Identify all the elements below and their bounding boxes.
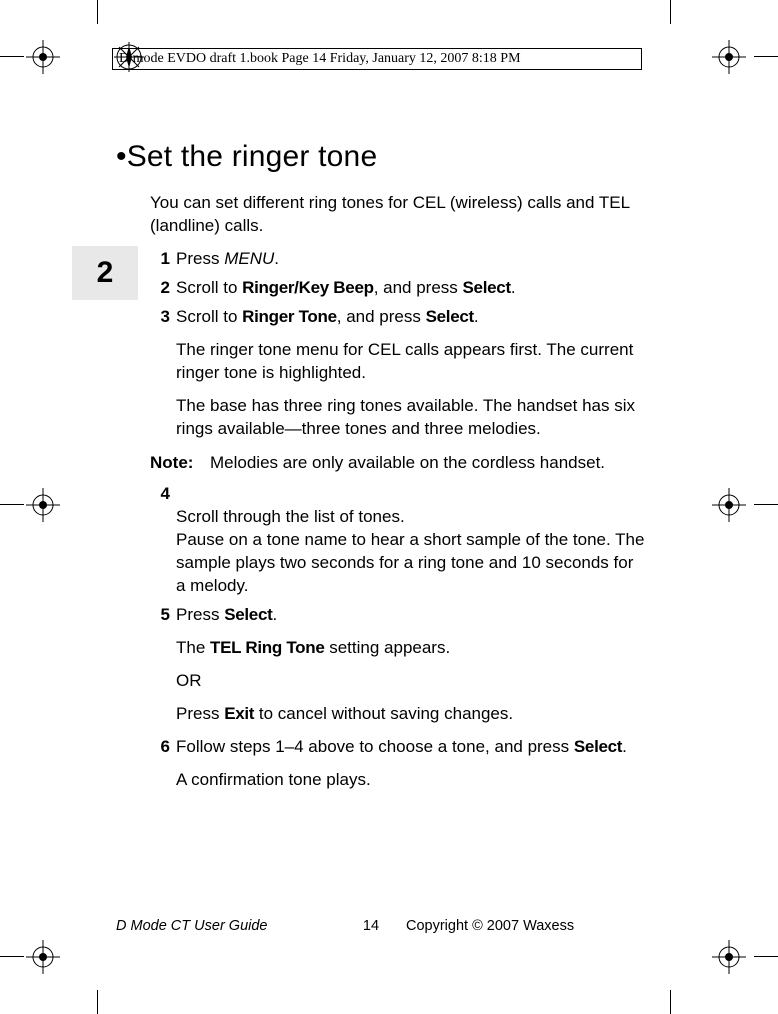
- registration-mark-icon: [712, 940, 746, 974]
- crop-line: [97, 0, 98, 24]
- step-body: Scroll to Ringer Tone, and press Select.…: [176, 306, 646, 445]
- crop-line: [754, 504, 778, 505]
- step-item: 4 Scroll through the list of tones. Paus…: [150, 483, 646, 598]
- softkey-label: Exit: [224, 704, 254, 723]
- step-text: .: [622, 737, 627, 756]
- crop-line: [0, 504, 24, 505]
- crop-line: [754, 56, 778, 57]
- step-item: 1 Press MENU.: [150, 248, 646, 271]
- crop-line: [0, 956, 24, 957]
- step-number: 5: [150, 604, 176, 730]
- step-sub-paragraph: Press Exit to cancel without saving chan…: [176, 703, 646, 726]
- step-text: Scroll to: [176, 307, 242, 326]
- step-text: Follow steps 1–4 above to choose a tone,…: [176, 737, 574, 756]
- step-text: setting appears.: [325, 638, 451, 657]
- menu-item-label: Ringer Tone: [242, 307, 337, 326]
- softkey-label: Select: [224, 605, 272, 624]
- step-text: Press: [176, 249, 224, 268]
- step-number: 2: [150, 277, 176, 300]
- step-sub-paragraph: The base has three ring tones available.…: [176, 395, 646, 441]
- step-item: 2 Scroll to Ringer/Key Beep, and press S…: [150, 277, 646, 300]
- step-item: 5 Press Select. The TEL Ring Tone settin…: [150, 604, 646, 730]
- running-head: D mode EVDO draft 1.book Page 14 Friday,…: [112, 48, 642, 70]
- step-list: 1 Press MENU. 2 Scroll to Ringer/Key Bee…: [150, 248, 646, 445]
- note-block: Note: Melodies are only available on the…: [150, 452, 646, 475]
- step-body: Follow steps 1–4 above to choose a tone,…: [176, 736, 646, 796]
- step-number: 1: [150, 248, 176, 271]
- step-sub-paragraph: The TEL Ring Tone setting appears.: [176, 637, 646, 660]
- note-body: Melodies are only available on the cordl…: [210, 452, 646, 475]
- step-text: .: [511, 278, 516, 297]
- crop-line: [670, 990, 671, 1014]
- step-item: 6 Follow steps 1–4 above to choose a ton…: [150, 736, 646, 796]
- intro-paragraph: You can set different ring tones for CEL…: [150, 192, 646, 238]
- step-text: , and press: [374, 278, 463, 297]
- note-label: Note:: [150, 452, 210, 475]
- step-text: The: [176, 638, 210, 657]
- step-text: to cancel without saving changes.: [254, 704, 513, 723]
- registration-mark-icon: [712, 40, 746, 74]
- step-text: Scroll through the list of tones. Pause …: [176, 507, 644, 595]
- section-heading: •Set the ringer tone: [116, 140, 646, 174]
- step-text: .: [274, 249, 279, 268]
- softkey-label: Select: [426, 307, 474, 326]
- footer-page-number: 14: [336, 918, 406, 934]
- step-text: , and press: [337, 307, 426, 326]
- step-text: Press: [176, 605, 224, 624]
- softkey-label: Select: [574, 737, 622, 756]
- step-number: 3: [150, 306, 176, 445]
- page-content: •Set the ringer tone You can set differe…: [116, 140, 646, 802]
- registration-mark-icon: [712, 488, 746, 522]
- menu-item-label: Ringer/Key Beep: [242, 278, 374, 297]
- step-sub-paragraph: The ringer tone menu for CEL calls appea…: [176, 339, 646, 385]
- step-sub-paragraph: OR: [176, 670, 646, 693]
- step-number: 4: [150, 483, 176, 598]
- crop-line: [97, 990, 98, 1014]
- step-item: 3 Scroll to Ringer Tone, and press Selec…: [150, 306, 646, 445]
- step-list: 4 Scroll through the list of tones. Paus…: [150, 483, 646, 795]
- registration-mark-icon: [26, 488, 60, 522]
- step-body: Scroll to Ringer/Key Beep, and press Sel…: [176, 277, 646, 300]
- softkey-label: MENU: [224, 249, 274, 268]
- step-text: Scroll to: [176, 278, 242, 297]
- footer-copyright: Copyright © 2007 Waxess: [406, 918, 646, 934]
- page-footer: D Mode CT User Guide 14 Copyright © 2007…: [116, 918, 646, 934]
- step-text: .: [272, 605, 277, 624]
- step-text: Press: [176, 704, 224, 723]
- registration-mark-icon: [26, 940, 60, 974]
- registration-mark-icon: [26, 40, 60, 74]
- running-head-text: D mode EVDO draft 1.book Page 14 Friday,…: [119, 51, 521, 66]
- crop-line: [670, 0, 671, 24]
- step-number: 6: [150, 736, 176, 796]
- step-body: Press Select. The TEL Ring Tone setting …: [176, 604, 646, 730]
- step-text: .: [474, 307, 479, 326]
- step-sub-paragraph: A confirmation tone plays.: [176, 769, 646, 792]
- step-body: Press MENU.: [176, 248, 646, 271]
- softkey-label: Select: [463, 278, 511, 297]
- footer-left: D Mode CT User Guide: [116, 918, 336, 934]
- crop-line: [0, 56, 24, 57]
- chapter-number: 2: [97, 256, 114, 290]
- step-body: Scroll through the list of tones. Pause …: [176, 483, 646, 598]
- crop-line: [754, 956, 778, 957]
- menu-item-label: TEL Ring Tone: [210, 638, 324, 657]
